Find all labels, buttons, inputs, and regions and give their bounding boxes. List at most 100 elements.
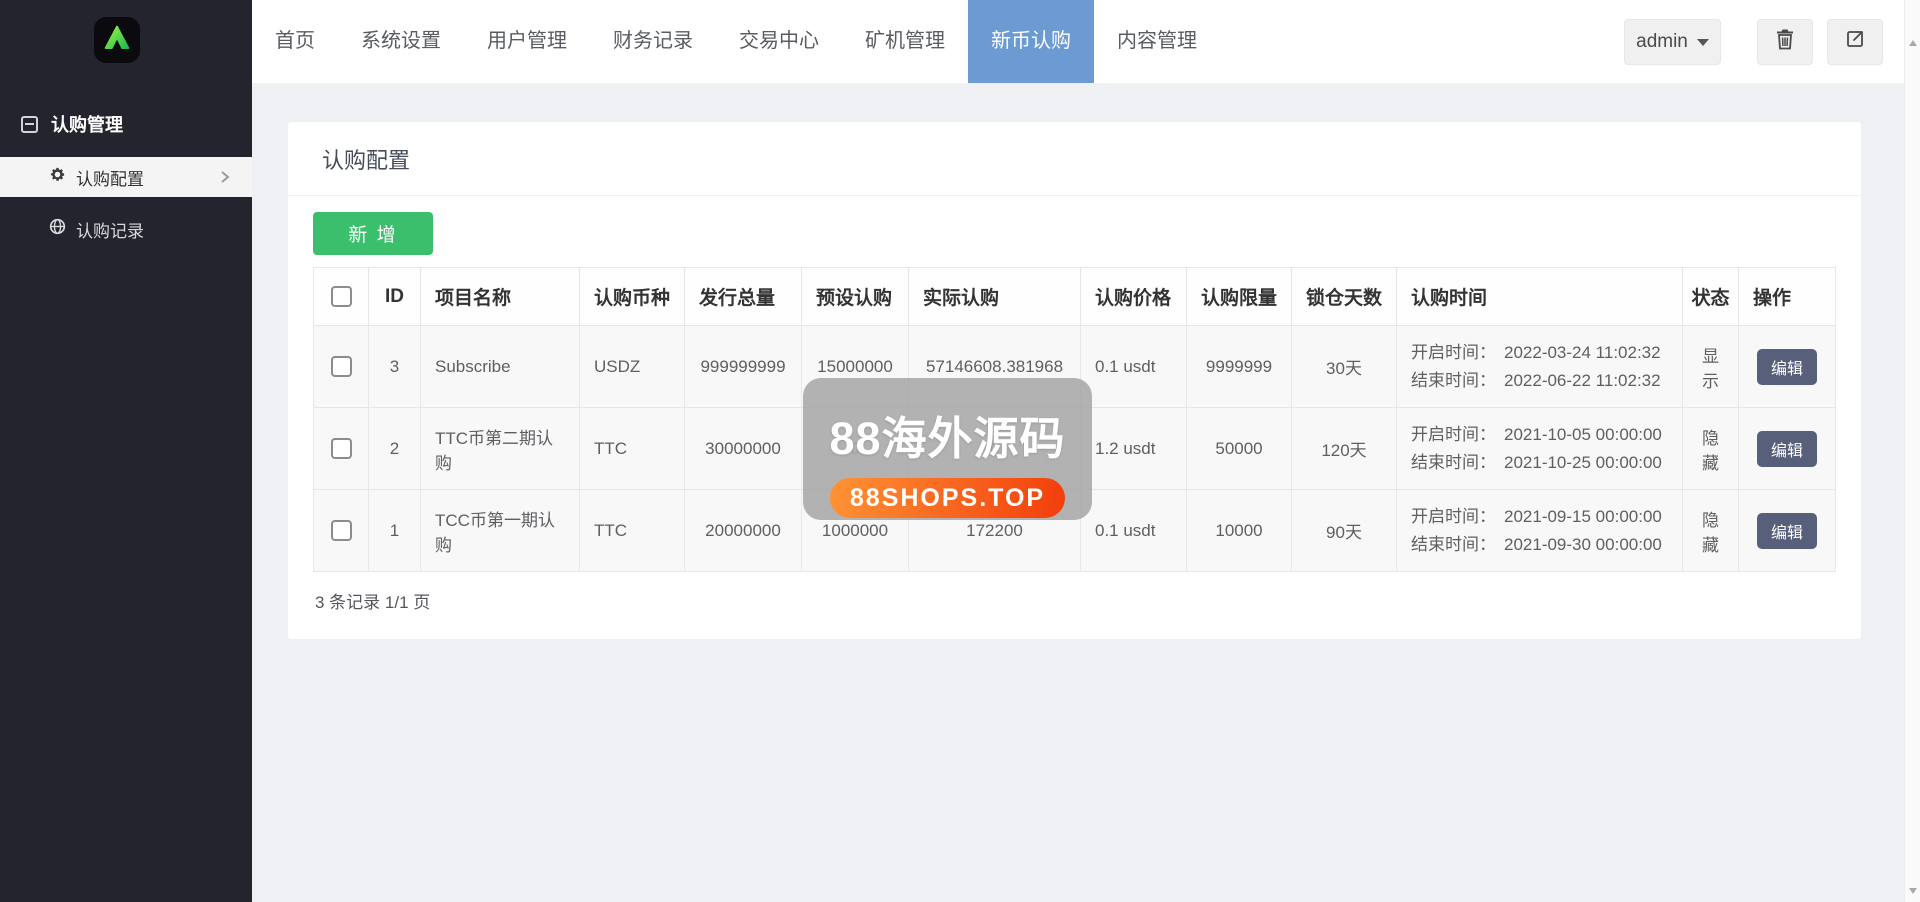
close-time: 结束时间： 2022-06-22 11:02:32 — [1411, 367, 1668, 395]
globe-icon — [49, 218, 66, 240]
tab-content-management[interactable]: 内容管理 — [1094, 0, 1220, 83]
sidebar-menu: 认购配置 认购记录 — [0, 157, 252, 249]
tab-home[interactable]: 首页 — [252, 0, 338, 83]
caret-down-icon — [1697, 39, 1709, 46]
sidebar: 认购管理 认购配置 — [0, 0, 252, 902]
cell-lock-days: 90天 — [1292, 490, 1397, 572]
col-total-issued: 发行总量 — [685, 268, 802, 326]
cell-total-issued: 999999999 — [685, 326, 802, 408]
nav-tabs: 首页 系统设置 用户管理 财务记录 交易中心 矿机管理 新币认购 内容管理 — [252, 0, 1220, 83]
brand-logo[interactable] — [94, 17, 140, 63]
export-icon — [1845, 29, 1865, 54]
cell-status: 显示 — [1683, 326, 1739, 408]
cell-coin: USDZ — [580, 326, 685, 408]
cell-select — [314, 408, 369, 490]
sidebar-section-header[interactable]: 认购管理 — [0, 111, 252, 137]
page-title: 认购配置 — [322, 143, 410, 175]
collapse-icon[interactable] — [21, 116, 38, 133]
export-button[interactable] — [1827, 19, 1883, 65]
cell-limit: 10000 — [1187, 490, 1292, 572]
col-lock-days: 锁仓天数 — [1292, 268, 1397, 326]
cell-status: 隐藏 — [1683, 490, 1739, 572]
trash-button[interactable] — [1757, 19, 1813, 65]
add-button[interactable]: 新 增 — [313, 212, 433, 255]
close-time-label: 结束时间： — [1411, 453, 1496, 472]
open-time-value: 2021-10-05 00:00:00 — [1504, 425, 1662, 444]
row-checkbox[interactable] — [331, 356, 352, 377]
col-id: ID — [369, 268, 421, 326]
open-time: 开启时间： 2021-10-05 00:00:00 — [1411, 421, 1668, 449]
close-time-label: 结束时间： — [1411, 535, 1496, 554]
open-time-label: 开启时间： — [1411, 343, 1496, 362]
tab-new-coin-subscription[interactable]: 新币认购 — [968, 0, 1094, 83]
card-header: 认购配置 — [288, 122, 1861, 196]
edit-button[interactable]: 编辑 — [1757, 349, 1817, 385]
cell-project-name: Subscribe — [421, 326, 580, 408]
close-time: 结束时间： 2021-09-30 00:00:00 — [1411, 531, 1668, 559]
watermark-title: 88海外源码 — [803, 402, 1092, 467]
cell-id: 1 — [369, 490, 421, 572]
open-time-label: 开启时间： — [1411, 425, 1496, 444]
open-time: 开启时间： 2022-03-24 11:02:32 — [1411, 339, 1668, 367]
top-header: 首页 系统设置 用户管理 财务记录 交易中心 矿机管理 新币认购 内容管理 ad… — [252, 0, 1920, 83]
sidebar-item-subscription-records[interactable]: 认购记录 — [0, 209, 252, 249]
open-time: 开启时间：2021-09-15 00:00:00 — [1411, 503, 1668, 531]
close-time-value: 2021-09-30 00:00:00 — [1504, 535, 1662, 554]
col-actions: 操作 — [1739, 268, 1836, 326]
row-checkbox[interactable] — [331, 438, 352, 459]
close-time-label: 结束时间： — [1411, 371, 1496, 390]
col-select — [314, 268, 369, 326]
col-time: 认购时间 — [1397, 268, 1683, 326]
col-status: 状态 — [1683, 268, 1739, 326]
header-actions: admin — [1624, 19, 1883, 65]
sidebar-item-subscription-config[interactable]: 认购配置 — [0, 157, 252, 197]
close-time: 结束时间：2021-10-25 00:00:00 — [1411, 449, 1668, 477]
gear-icon — [49, 166, 66, 188]
edit-button[interactable]: 编辑 — [1757, 431, 1817, 467]
cell-subscription-time: 开启时间： 2021-10-05 00:00:00 结束时间：2021-10-25… — [1397, 408, 1683, 490]
scrollbar[interactable] — [1904, 0, 1920, 902]
record-summary: 3 条记录 1/1 页 — [313, 588, 1836, 613]
tab-finance-records[interactable]: 财务记录 — [590, 0, 716, 83]
tab-trading-center[interactable]: 交易中心 — [716, 0, 842, 83]
watermark-badge: 88SHOPS.TOP — [830, 478, 1065, 518]
close-time-value: 2022-06-22 11:02:32 — [1504, 371, 1661, 390]
col-coin: 认购币种 — [580, 268, 685, 326]
admin-label: admin — [1636, 31, 1688, 53]
cell-project-name: TTC币第二期认购 — [421, 408, 580, 490]
cell-limit: 9999999 — [1187, 326, 1292, 408]
col-price: 认购价格 — [1081, 268, 1187, 326]
col-preset: 预设认购 — [802, 268, 909, 326]
cell-project-name: TCC币第一期认购 — [421, 490, 580, 572]
tab-system-settings[interactable]: 系统设置 — [338, 0, 464, 83]
sidebar-section-title: 认购管理 — [51, 111, 123, 137]
open-time-label: 开启时间： — [1411, 507, 1496, 526]
open-time-value: 2022-03-24 11:02:32 — [1504, 343, 1661, 362]
cell-limit: 50000 — [1187, 408, 1292, 490]
select-all-checkbox[interactable] — [331, 286, 352, 307]
cell-total-issued: 20000000 — [685, 490, 802, 572]
row-checkbox[interactable] — [331, 520, 352, 541]
cell-total-issued: 30000000 — [685, 408, 802, 490]
cell-id: 2 — [369, 408, 421, 490]
trash-icon — [1775, 28, 1795, 55]
tab-mining-management[interactable]: 矿机管理 — [842, 0, 968, 83]
cell-price: 0.1 usdt — [1081, 326, 1187, 408]
col-limit: 认购限量 — [1187, 268, 1292, 326]
tab-user-management[interactable]: 用户管理 — [464, 0, 590, 83]
cell-status: 隐藏 — [1683, 408, 1739, 490]
scroll-up-arrow-icon[interactable] — [1909, 40, 1917, 46]
app-root: 认购管理 认购配置 — [0, 0, 1920, 902]
cell-select — [314, 490, 369, 572]
admin-dropdown[interactable]: admin — [1624, 19, 1721, 65]
cell-actions: 编辑 — [1739, 326, 1836, 408]
scroll-down-arrow-icon[interactable] — [1909, 888, 1917, 894]
green-a-logo-icon — [102, 23, 132, 58]
table-header-row: ID 项目名称 认购币种 发行总量 预设认购 实际认购 认购价格 认购限量 锁仓… — [314, 268, 1836, 326]
cell-actions: 编辑 — [1739, 408, 1836, 490]
chevron-right-icon — [218, 169, 232, 190]
cell-select — [314, 326, 369, 408]
cell-lock-days: 120天 — [1292, 408, 1397, 490]
edit-button[interactable]: 编辑 — [1757, 513, 1817, 549]
cell-coin: TTC — [580, 490, 685, 572]
